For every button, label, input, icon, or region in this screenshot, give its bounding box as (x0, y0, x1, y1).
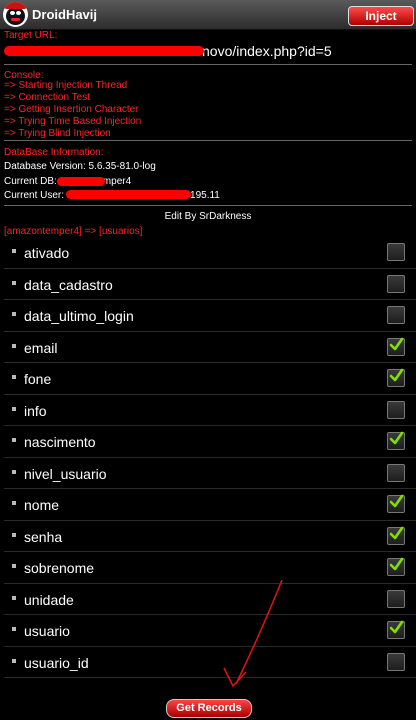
title-bar: DroidHavij Inject (0, 0, 416, 30)
bullet-icon (12, 280, 16, 285)
get-records-button[interactable]: Get Records (166, 699, 252, 718)
bullet-icon (12, 343, 16, 348)
divider (4, 205, 412, 206)
list-item[interactable]: data_cadastro (4, 269, 416, 300)
column-name: nascimento (24, 434, 96, 450)
bullet-icon (12, 658, 16, 663)
divider (4, 140, 412, 141)
list-item[interactable]: usuario_id (4, 647, 416, 678)
column-name: unidade (24, 591, 74, 608)
column-checkbox[interactable] (387, 463, 405, 482)
bullet-icon (12, 595, 16, 600)
column-name: sobrenome (24, 560, 95, 576)
list-item[interactable]: nascimento (4, 426, 416, 458)
column-name: data_cadastro (24, 276, 113, 293)
column-name: nome (24, 497, 60, 513)
database-version: Database Version: 5.6.35-81.0-log (4, 161, 156, 172)
target-url-label: Target URL: (4, 30, 58, 41)
list-item[interactable]: unidade (4, 584, 416, 615)
bullet-icon (12, 532, 16, 537)
divider (4, 64, 412, 65)
column-name: senha (24, 528, 63, 545)
column-name: email (24, 339, 58, 356)
checkmark-icon (389, 431, 404, 445)
console-line: => Connection Test (4, 92, 90, 103)
list-item[interactable]: sobrenome (4, 552, 416, 584)
column-name: usuario (24, 623, 70, 639)
checkmark-icon (389, 494, 404, 508)
app-title: DroidHavij (32, 7, 98, 22)
column-checkbox[interactable] (387, 494, 405, 513)
console-line: => Starting Injection Thread (4, 80, 128, 91)
column-checkbox[interactable] (387, 589, 405, 608)
list-item[interactable]: fone (4, 363, 416, 395)
redaction-mark (66, 190, 191, 199)
redaction-mark (4, 46, 204, 56)
bullet-icon (12, 249, 16, 253)
console-line: => Trying Blind Injection (4, 128, 111, 139)
app-logo-icon (3, 2, 28, 27)
table-path: [amazontemper4] => [usuarios] (4, 226, 143, 237)
list-item[interactable]: info (4, 395, 416, 426)
column-name: fone (24, 371, 52, 387)
column-checkbox[interactable] (387, 274, 405, 293)
list-item[interactable]: nivel_usuario (4, 458, 416, 489)
column-checkbox[interactable] (387, 620, 405, 639)
column-name: usuario_id (24, 654, 89, 671)
bullet-icon (12, 375, 16, 379)
console-line: => Trying Time Based Injection (4, 116, 142, 127)
bullet-icon (12, 564, 16, 568)
column-name: info (24, 402, 47, 419)
column-checkbox[interactable] (387, 431, 405, 450)
database-info-label: DataBase Information: (4, 147, 104, 158)
list-item[interactable]: email (4, 332, 416, 363)
checkmark-icon (389, 526, 404, 539)
column-checkbox[interactable] (387, 557, 405, 576)
column-list: ativado data_cadastro data_ultimo_loginema… (4, 237, 416, 678)
bullet-icon (12, 627, 16, 631)
redaction-mark (57, 177, 105, 186)
edit-by-credit: Edit By SrDarkness (164, 211, 252, 222)
checkmark-icon (389, 557, 404, 571)
list-item[interactable]: nome (4, 489, 416, 521)
checkmark-icon (389, 620, 404, 634)
checkmark-icon (389, 337, 404, 350)
column-name: data_ultimo_login (24, 308, 134, 324)
column-checkbox[interactable] (387, 306, 405, 324)
list-item[interactable]: usuario (4, 615, 416, 647)
column-checkbox[interactable] (387, 400, 405, 419)
bullet-icon (12, 501, 16, 505)
column-checkbox[interactable] (387, 337, 405, 356)
column-checkbox[interactable] (387, 526, 405, 545)
target-url-value: novo/index.php?id=5 (202, 43, 332, 59)
column-name: nivel_usuario (24, 465, 107, 482)
column-name: ativado (24, 245, 70, 261)
bullet-icon (12, 438, 16, 442)
console-line: => Getting Insertion Character (4, 104, 139, 115)
column-checkbox[interactable] (387, 243, 405, 261)
list-item[interactable]: data_ultimo_login (4, 300, 416, 332)
bullet-icon (12, 312, 16, 316)
list-item[interactable]: senha (4, 521, 416, 552)
checkmark-icon (389, 368, 404, 382)
column-checkbox[interactable] (387, 652, 405, 671)
list-item[interactable]: ativado (4, 237, 416, 269)
bullet-icon (12, 469, 16, 474)
column-checkbox[interactable] (387, 368, 405, 387)
inject-button[interactable]: Inject (348, 6, 414, 26)
bullet-icon (12, 406, 16, 411)
